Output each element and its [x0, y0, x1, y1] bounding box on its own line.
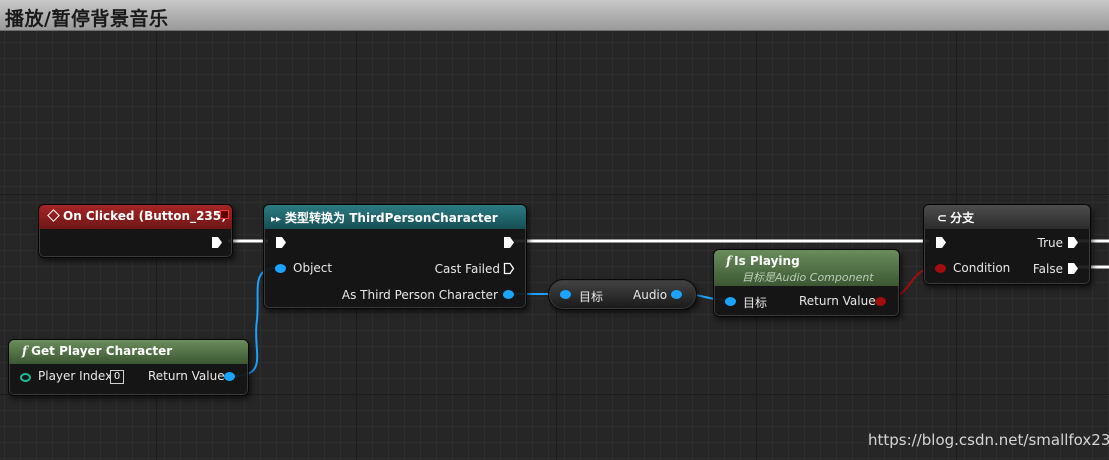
cast-object-pin[interactable]: [275, 264, 286, 273]
branch-condition-pin[interactable]: [935, 264, 946, 273]
function-f-icon: f: [726, 254, 732, 268]
on-clicked-event-node[interactable]: On Clicked (Button_235): [38, 204, 233, 258]
delegate-pin-icon[interactable]: [220, 210, 229, 219]
cast-exec-out-pin[interactable]: [503, 236, 515, 249]
is-playing-subtitle: 目标是Audio Component: [742, 271, 874, 284]
cast-exec-in-pin[interactable]: [275, 236, 287, 249]
audio-target-pin[interactable]: [560, 290, 571, 299]
is-playing-header: f Is Playing 目标是Audio Component: [714, 250, 899, 286]
cast-failed-label: Cast Failed: [434, 262, 500, 276]
cast-header: ▸▸ 类型转换为 ThirdPersonCharacter: [264, 205, 526, 229]
player-return-pin[interactable]: [224, 372, 235, 381]
as-third-person-pin[interactable]: [503, 290, 514, 299]
is-playing-return-label: Return Value: [799, 294, 876, 308]
branch-false-exec-pin[interactable]: [1067, 262, 1079, 275]
player-index-input[interactable]: 0: [110, 370, 124, 384]
audio-getter-node[interactable]: 目标 Audio: [548, 279, 697, 310]
get-player-header: f Get Player Character: [9, 340, 248, 364]
audio-output-pin[interactable]: [671, 290, 682, 299]
branch-true-label: True: [1037, 236, 1064, 250]
is-playing-return-pin[interactable]: [875, 297, 886, 306]
player-index-pin[interactable]: [20, 373, 31, 382]
get-player-title: Get Player Character: [31, 344, 173, 358]
audio-output-label: Audio: [633, 288, 668, 302]
is-playing-target-pin[interactable]: [725, 297, 736, 306]
is-playing-title: Is Playing: [734, 254, 800, 268]
branch-icon: ⊂: [937, 211, 948, 225]
is-playing-node[interactable]: f Is Playing 目标是Audio Component 目标 Return…: [713, 249, 900, 317]
branch-false-label: False: [1032, 262, 1063, 276]
event-diamond-icon: [47, 209, 60, 222]
branch-title: 分支: [950, 211, 975, 225]
player-return-label: Return Value: [148, 369, 225, 383]
as-third-person-label: As Third Person Character: [341, 288, 498, 302]
branch-exec-in-pin[interactable]: [935, 236, 947, 249]
cast-to-thirdperson-node[interactable]: ▸▸ 类型转换为 ThirdPersonCharacter Object Cast…: [263, 204, 527, 309]
cast-object-label: Object: [293, 261, 333, 275]
on-clicked-title: On Clicked (Button_235): [63, 209, 227, 223]
on-clicked-header: On Clicked (Button_235): [39, 205, 232, 229]
branch-true-exec-pin[interactable]: [1067, 236, 1079, 249]
cast-title: 类型转换为 ThirdPersonCharacter: [285, 211, 498, 225]
is-playing-target-label: 目标: [743, 296, 768, 310]
watermark-text: https://blog.csdn.net/smallfox233: [868, 431, 1109, 449]
audio-target-label: 目标: [579, 290, 604, 304]
cast-failed-exec-pin[interactable]: [503, 262, 515, 275]
branch-node[interactable]: ⊂ 分支 True Condition False: [923, 204, 1091, 285]
player-index-label: Player Index: [38, 369, 113, 383]
cast-arrows-icon: ▸▸: [271, 214, 282, 225]
get-player-character-node[interactable]: f Get Player Character Player Index 0 Ret…: [8, 339, 249, 396]
branch-header: ⊂ 分支: [924, 205, 1090, 229]
branch-condition-label: Condition: [953, 261, 1011, 275]
function-f-icon: f: [22, 344, 28, 358]
exec-out-pin[interactable]: [211, 236, 223, 249]
